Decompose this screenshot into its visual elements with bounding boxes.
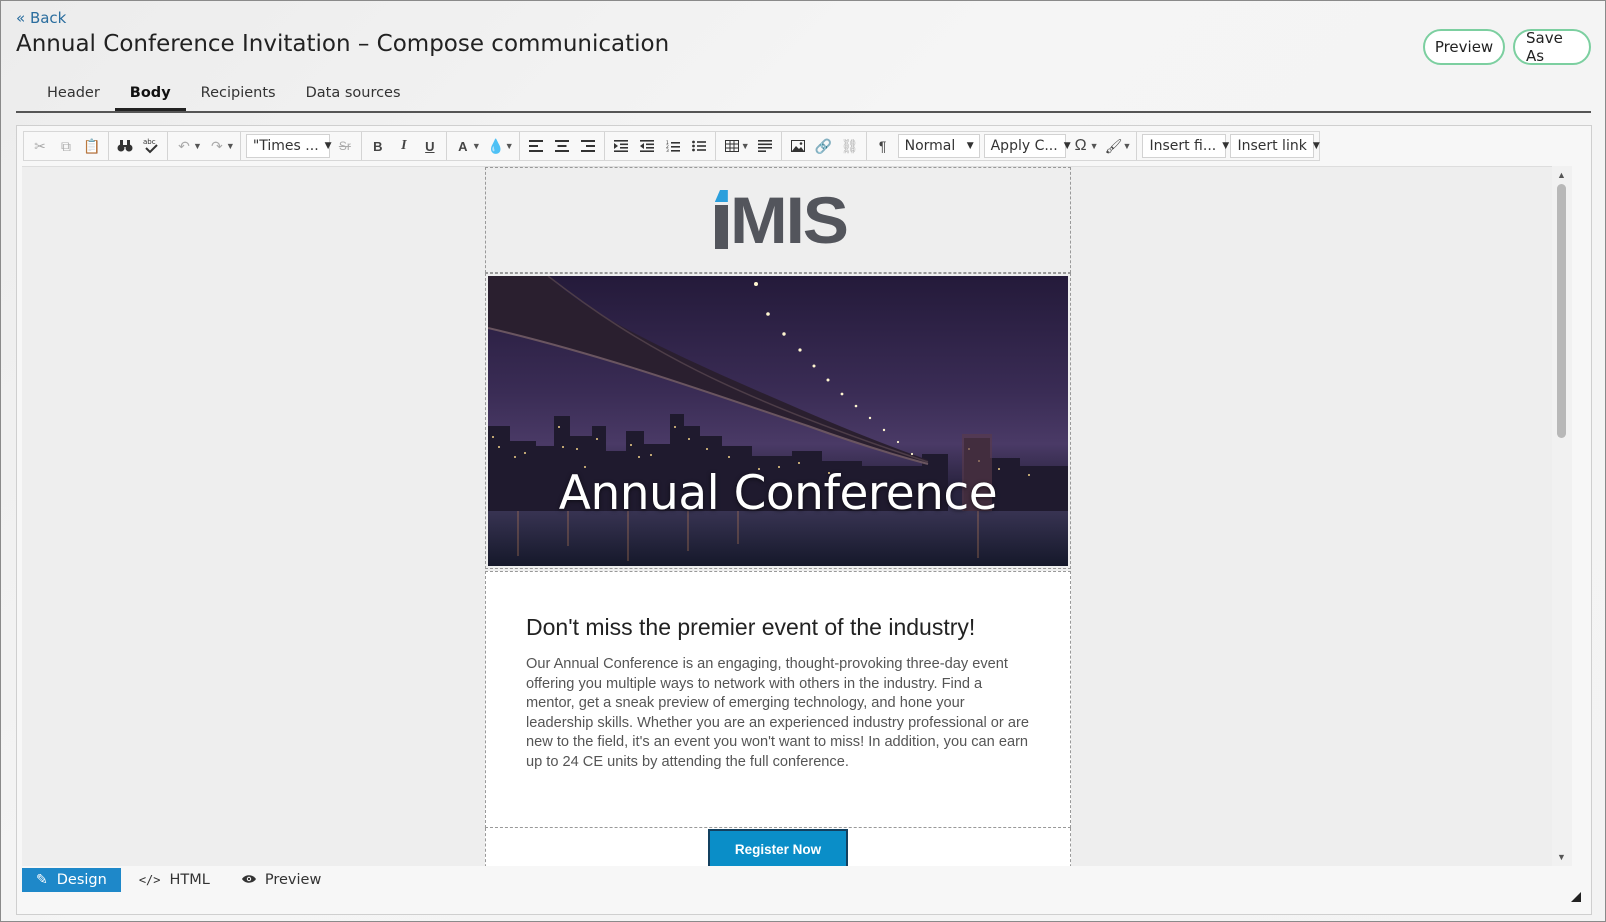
strip-format-icon[interactable]: Sr	[332, 134, 358, 158]
insert-field-value: Insert fi...	[1149, 138, 1217, 154]
app-window: « Back Annual Conference Invitation – Co…	[0, 0, 1606, 922]
svg-text:abc: abc	[143, 138, 156, 146]
chevron-down-icon[interactable]: ▼	[505, 141, 514, 151]
paragraph-marks-icon[interactable]: ¶	[870, 134, 896, 158]
chevron-down-icon: ▼	[324, 141, 332, 151]
font-family-value: "Times ...	[252, 138, 319, 154]
align-left-icon[interactable]	[523, 134, 549, 158]
spellcheck-icon[interactable]: abc	[138, 134, 164, 158]
apply-css-value: Apply C...	[990, 138, 1058, 154]
align-right-icon[interactable]	[575, 134, 601, 158]
mode-design[interactable]: ✎ Design	[22, 868, 121, 892]
editor-toolbar: ✂ ⧉ 📋 abc ↶ ▼ ↷ ▼ "Times ... ▼ Sr B I U …	[23, 131, 1321, 161]
logo-i-stem	[714, 190, 728, 249]
eye-icon	[241, 872, 256, 888]
email-template: MIS Annual Conference Don't miss the pre…	[485, 167, 1071, 866]
page-title: Annual Conference Invitation – Compose c…	[16, 31, 670, 57]
insert-link-value: Insert link	[1237, 138, 1307, 154]
mode-preview[interactable]: Preview	[228, 868, 335, 892]
scroll-down-icon[interactable]: ▼	[1557, 852, 1566, 862]
unlink-icon[interactable]: ⛓	[837, 134, 863, 158]
logo-i-dot	[714, 190, 728, 202]
preview-button[interactable]: Preview	[1423, 29, 1505, 65]
content-body: Our Annual Conference is an engaging, th…	[526, 656, 1029, 770]
numbered-list-icon[interactable]: 123	[660, 134, 686, 158]
chevron-down-icon[interactable]: ▼	[1123, 141, 1132, 151]
imis-logo: MIS	[714, 187, 849, 253]
chevron-down-icon: ▼	[1312, 141, 1320, 151]
vertical-scrollbar[interactable]: ▲ ▼	[1552, 166, 1572, 866]
chevron-down-icon[interactable]: ▼	[193, 141, 202, 151]
chevron-down-icon[interactable]: ▼	[1090, 141, 1099, 151]
bold-icon[interactable]: B	[365, 134, 391, 158]
paragraph-align-icon[interactable]	[752, 134, 778, 158]
back-link[interactable]: « Back	[16, 9, 66, 27]
insert-field-select[interactable]: Insert fi... ▼	[1142, 134, 1230, 158]
chevron-down-icon[interactable]: ▼	[472, 141, 481, 151]
mode-design-label: Design	[56, 872, 107, 888]
cut-icon[interactable]: ✂	[27, 134, 53, 158]
city-bridge-illustration	[488, 276, 1068, 566]
align-center-icon[interactable]	[549, 134, 575, 158]
logo-text: MIS	[729, 183, 849, 257]
paragraph-style-select[interactable]: Normal ▼	[897, 134, 980, 158]
bullet-list-icon[interactable]	[686, 134, 712, 158]
italic-icon[interactable]: I	[391, 134, 417, 158]
logo-section[interactable]: MIS	[485, 167, 1071, 273]
font-family-select[interactable]: "Times ... ▼	[245, 134, 332, 158]
hero-image: Annual Conference	[488, 276, 1068, 566]
image-icon[interactable]	[785, 134, 811, 158]
tab-bar: Header Body Recipients Data sources	[16, 81, 1591, 113]
paragraph-style-value: Normal	[904, 138, 956, 154]
editor-mode-bar: ✎ Design </> HTML Preview	[22, 867, 339, 893]
resize-handle[interactable]	[1571, 892, 1581, 902]
scroll-thumb[interactable]	[1557, 184, 1566, 438]
mode-html-label: HTML	[169, 872, 210, 888]
link-icon[interactable]: 🔗	[811, 134, 837, 158]
copy-icon[interactable]: ⧉	[53, 134, 79, 158]
hero-title: Annual Conference	[558, 466, 998, 521]
tab-header[interactable]: Header	[32, 81, 115, 111]
pencil-icon: ✎	[36, 872, 48, 888]
outdent-icon[interactable]	[634, 134, 660, 158]
mode-preview-label: Preview	[264, 872, 322, 888]
rich-text-editor: ✂ ⧉ 📋 abc ↶ ▼ ↷ ▼ "Times ... ▼ Sr B I U …	[16, 125, 1592, 915]
scroll-up-icon[interactable]: ▲	[1557, 170, 1566, 180]
chevron-down-icon[interactable]: ▼	[226, 141, 235, 151]
underline-icon[interactable]: U	[417, 134, 443, 158]
code-icon: </>	[138, 873, 161, 887]
mode-html[interactable]: </> HTML	[125, 868, 224, 892]
indent-icon[interactable]	[608, 134, 634, 158]
tab-recipients[interactable]: Recipients	[186, 81, 291, 111]
hero-section[interactable]: Annual Conference	[485, 273, 1071, 569]
svg-text:3: 3	[666, 148, 669, 152]
editor-canvas[interactable]: MIS Annual Conference Don't miss the pre…	[22, 166, 1552, 866]
chevron-down-icon[interactable]: ▼	[741, 141, 750, 151]
register-now-button[interactable]: Register Now	[708, 829, 848, 866]
content-heading: Don't miss the premier event of the indu…	[526, 614, 976, 640]
paste-icon[interactable]: 📋	[79, 134, 105, 158]
find-replace-icon[interactable]	[112, 134, 138, 158]
chevron-down-icon: ▼	[1222, 141, 1230, 151]
tab-data-sources[interactable]: Data sources	[291, 81, 416, 111]
insert-link-select[interactable]: Insert link ▼	[1230, 134, 1320, 158]
cta-section[interactable]: Register Now	[485, 828, 1071, 866]
apply-css-select[interactable]: Apply C... ▼	[983, 134, 1071, 158]
content-section[interactable]: Don't miss the premier event of the indu…	[485, 571, 1071, 828]
tab-body[interactable]: Body	[114, 81, 186, 111]
chevron-down-icon: ▼	[966, 141, 974, 151]
save-as-button[interactable]: Save As	[1513, 29, 1591, 65]
